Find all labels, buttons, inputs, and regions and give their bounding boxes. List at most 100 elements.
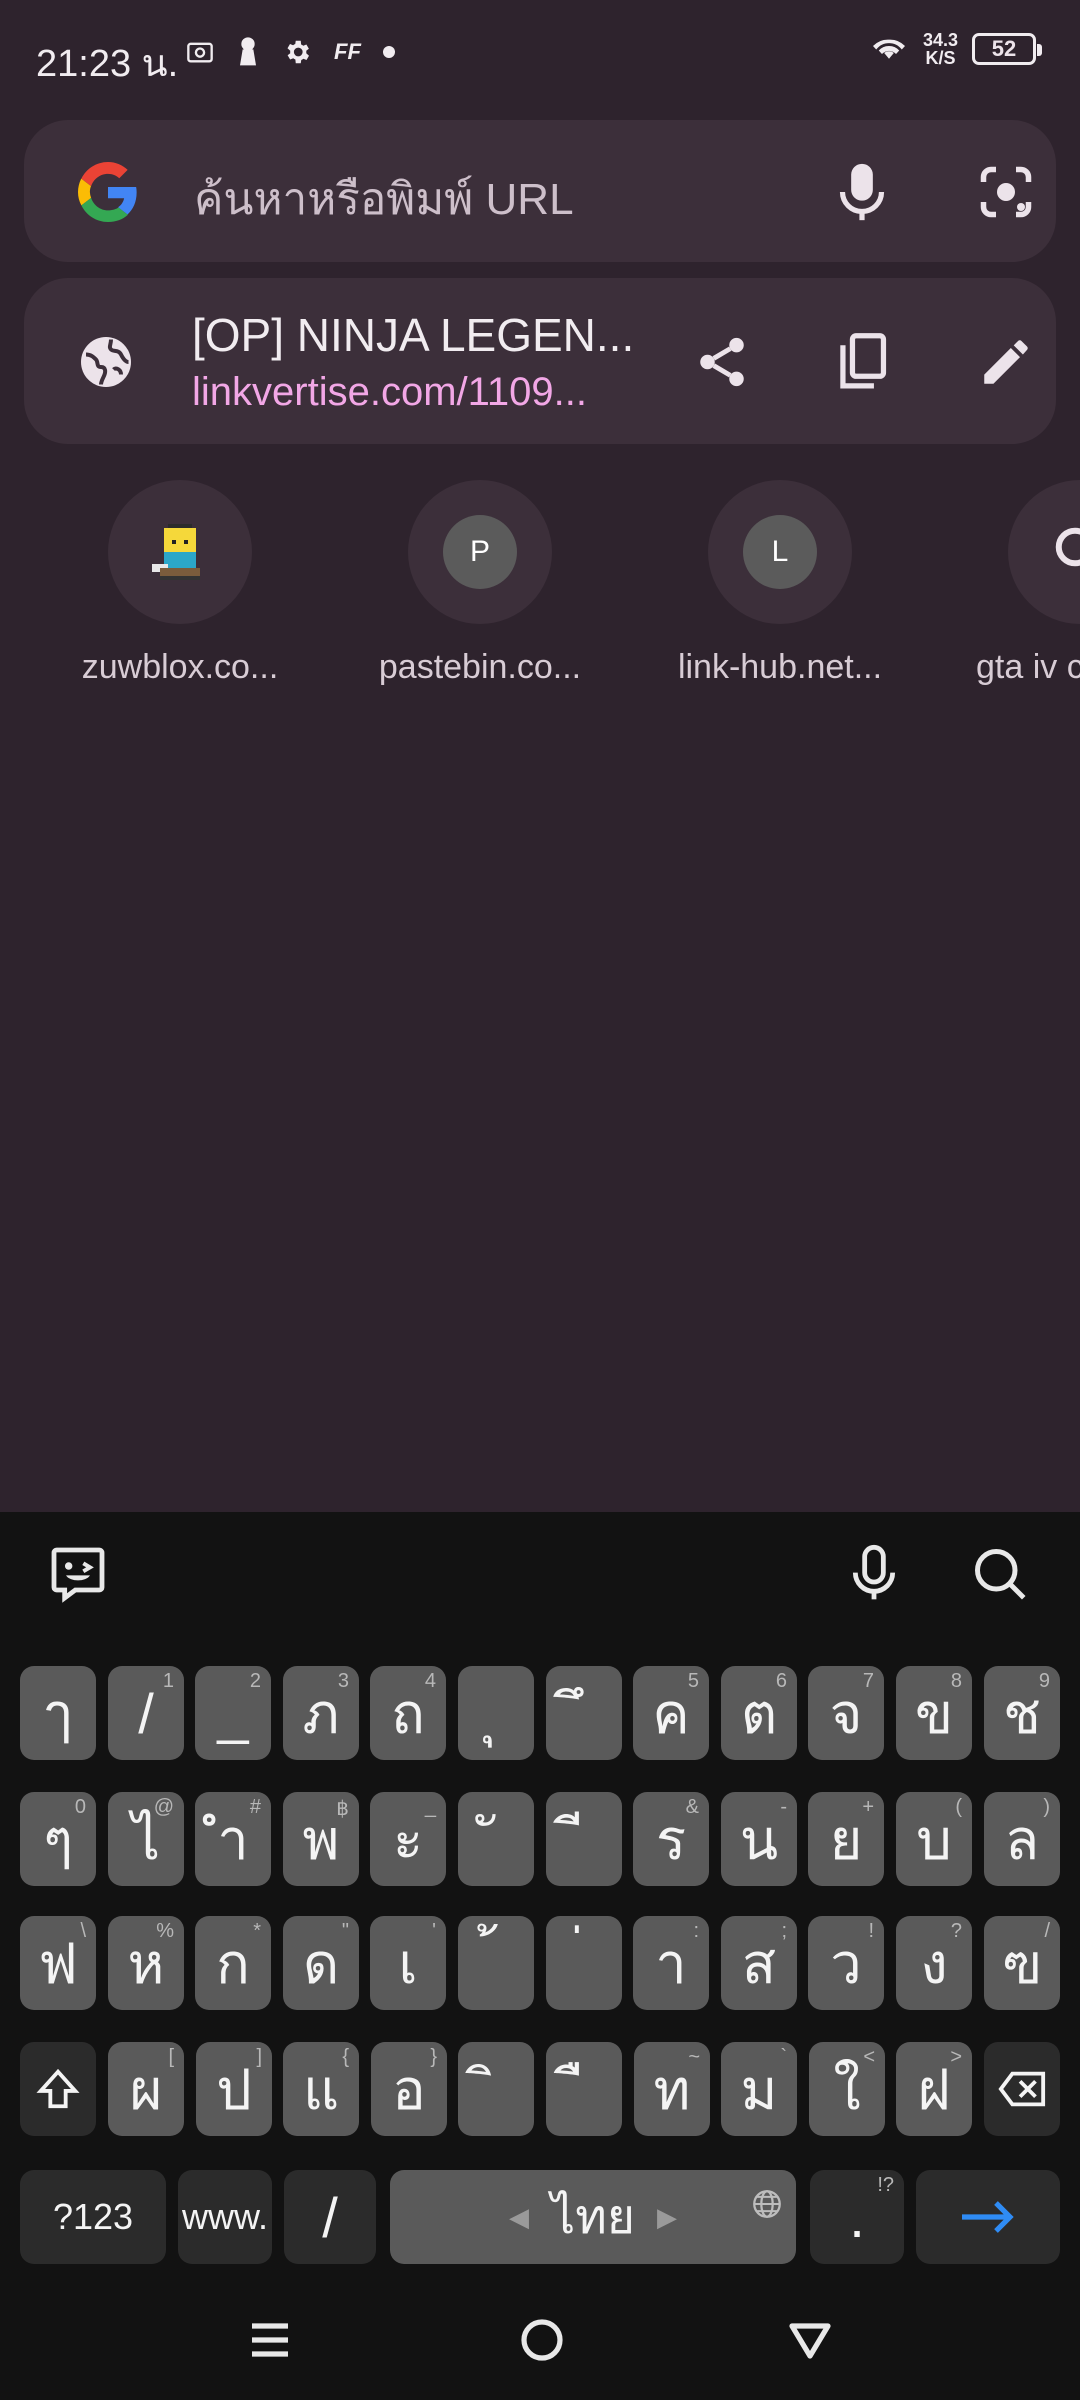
key-3-8[interactable]: า: <box>633 1916 709 2010</box>
key-1-4[interactable]: ภ3 <box>283 1666 359 1760</box>
back-icon[interactable] <box>786 2316 834 2369</box>
key-2-8[interactable]: ร & <box>633 1792 709 1886</box>
key-2-9[interactable]: น- <box>721 1792 797 1886</box>
key-4-1[interactable]: ผ[ <box>108 2042 184 2136</box>
key-1-1[interactable]: ๅ <box>20 1666 96 1760</box>
space-bar[interactable]: ◀ ไทย ▶ <box>390 2170 796 2264</box>
screenshot-icon <box>186 38 214 66</box>
most-visited-tiles: zuwblox.co... P pastebin.co... L link-hu… <box>0 480 1080 700</box>
current-page-card[interactable]: [OP] NINJA LEGEN... linkvertise.com/1109… <box>24 278 1056 444</box>
key-3-9[interactable]: ส; <box>721 1916 797 2010</box>
key-1-9[interactable]: ต6 <box>721 1666 797 1760</box>
key-2-1[interactable]: ๆ0 <box>20 1792 96 1886</box>
key-3-4[interactable]: ด " <box>283 1916 359 2010</box>
search-placeholder[interactable]: ค้นหาหรือพิมพ์ URL <box>194 164 574 234</box>
key-2-4[interactable]: พ฿ <box>283 1792 359 1886</box>
key-1-3[interactable]: _ 2 <box>195 1666 271 1760</box>
tile-gta-search[interactable]: gta iv c <box>950 480 1080 687</box>
microphone-icon[interactable] <box>814 144 910 240</box>
key-1-11[interactable]: ข8 <box>896 1666 972 1760</box>
symbols-key[interactable]: ?123 <box>20 2170 166 2264</box>
backspace-key[interactable] <box>984 2042 1060 2136</box>
key-label: ช <box>1002 1681 1041 1745</box>
home-icon[interactable] <box>518 2316 566 2369</box>
key-hint: " <box>341 1920 349 1942</box>
key-label: ล <box>1004 1807 1040 1871</box>
key-1-8[interactable]: ค5 <box>633 1666 709 1760</box>
key-4-8[interactable]: ม ` <box>721 2042 797 2136</box>
key-4-9[interactable]: ใ < <box>809 2042 885 2136</box>
google-logo <box>78 162 138 227</box>
key-4-7[interactable]: ท ~ <box>634 2042 710 2136</box>
key-2-3[interactable]: ำ # <box>195 1792 271 1886</box>
key-hint: 6 <box>775 1670 787 1692</box>
key-hint: ' <box>432 1920 436 1942</box>
key-3-5[interactable]: เ ' <box>370 1916 446 2010</box>
slash-key[interactable]: / <box>284 2170 376 2264</box>
key-2-10[interactable]: ย + <box>808 1792 884 1886</box>
key-1-12[interactable]: ช9 <box>984 1666 1060 1760</box>
key-4-6[interactable]: ื <box>546 2042 622 2136</box>
key-1-10[interactable]: จ7 <box>808 1666 884 1760</box>
page-url[interactable]: linkvertise.com/1109... <box>192 370 652 415</box>
language-prev-icon: ◀ <box>509 2201 530 2232</box>
share-icon[interactable] <box>674 314 770 410</box>
key-3-7[interactable]: ่ <box>546 1916 622 2010</box>
shift-key[interactable] <box>20 2042 96 2136</box>
copy-icon[interactable] <box>814 314 910 410</box>
google-lens-icon[interactable] <box>958 144 1054 240</box>
key-3-1[interactable]: ฟ \ <box>20 1916 96 2010</box>
tile-icon <box>108 480 252 624</box>
key-label: ป <box>216 2057 252 2121</box>
key-3-11[interactable]: ง? <box>896 1916 972 2010</box>
key-1-6[interactable]: ุ <box>458 1666 534 1760</box>
key-hint: ] <box>256 2046 262 2068</box>
tile-label: link-hub.net... <box>677 648 883 686</box>
page-title[interactable]: [OP] NINJA LEGEN... <box>192 308 652 362</box>
search-icon[interactable] <box>970 1544 1030 1609</box>
period-key[interactable]: . !? <box>810 2170 904 2264</box>
key-hint: 4 <box>424 1670 436 1692</box>
key-4-4[interactable]: อ} <box>371 2042 447 2136</box>
tile-link-hub[interactable]: L link-hub.net... <box>650 480 910 687</box>
key-label: ถ <box>391 1681 425 1745</box>
key-2-6[interactable]: ั <box>458 1792 534 1886</box>
key-4-3[interactable]: แ{ <box>283 2042 359 2136</box>
key-1-5[interactable]: ถ4 <box>370 1666 446 1760</box>
space-language-label: ไทย <box>551 2191 635 2244</box>
key-label: ร <box>655 1807 687 1871</box>
key-label: ส <box>741 1931 777 1995</box>
key-hint: # <box>249 1796 261 1818</box>
key-4-5[interactable]: ิ <box>458 2042 534 2136</box>
tile-zuwblox[interactable]: zuwblox.co... <box>50 480 310 687</box>
emoji-sticker-icon[interactable] <box>46 1542 110 1611</box>
microphone-icon[interactable] <box>842 1542 906 1611</box>
key-2-7[interactable]: ี <box>546 1792 622 1886</box>
key-1-7[interactable]: ึ <box>546 1666 622 1760</box>
key-hint: } <box>430 2046 437 2068</box>
key-2-2[interactable]: ไ @ <box>108 1792 184 1886</box>
key-3-10[interactable]: ว! <box>808 1916 884 2010</box>
battery-level: 52 <box>991 35 1017 61</box>
menu-icon[interactable] <box>246 2316 294 2369</box>
key-3-6[interactable]: ้ <box>458 1916 534 2010</box>
key-2-11[interactable]: บ( <box>896 1792 972 1886</box>
enter-key[interactable] <box>916 2170 1060 2264</box>
tile-pastebin[interactable]: P pastebin.co... <box>350 480 610 687</box>
language-next-icon: ▶ <box>656 2201 677 2232</box>
key-2-12[interactable]: ล) <box>984 1792 1060 1886</box>
key-3-12[interactable]: ฃ / <box>984 1916 1060 2010</box>
key-4-2[interactable]: ป] <box>196 2042 272 2136</box>
key-1-2[interactable]: /1 <box>108 1666 184 1760</box>
key-3-2[interactable]: ห% <box>108 1916 184 2010</box>
status-bar: 21:23 น. FF 34.3 K/S 52 <box>0 0 1080 110</box>
net-speed: 34.3 K/S <box>923 31 958 67</box>
key-3-3[interactable]: ก * <box>195 1916 271 2010</box>
www-key[interactable]: www. <box>178 2170 272 2264</box>
key-label: / <box>138 1681 154 1745</box>
key-2-5[interactable]: ะ _ <box>370 1792 446 1886</box>
key-hint: 1 <box>162 1670 174 1692</box>
key-4-10[interactable]: ฝ > <box>896 2042 972 2136</box>
search-bar[interactable]: ค้นหาหรือพิมพ์ URL <box>24 120 1056 262</box>
edit-icon[interactable] <box>958 314 1054 410</box>
